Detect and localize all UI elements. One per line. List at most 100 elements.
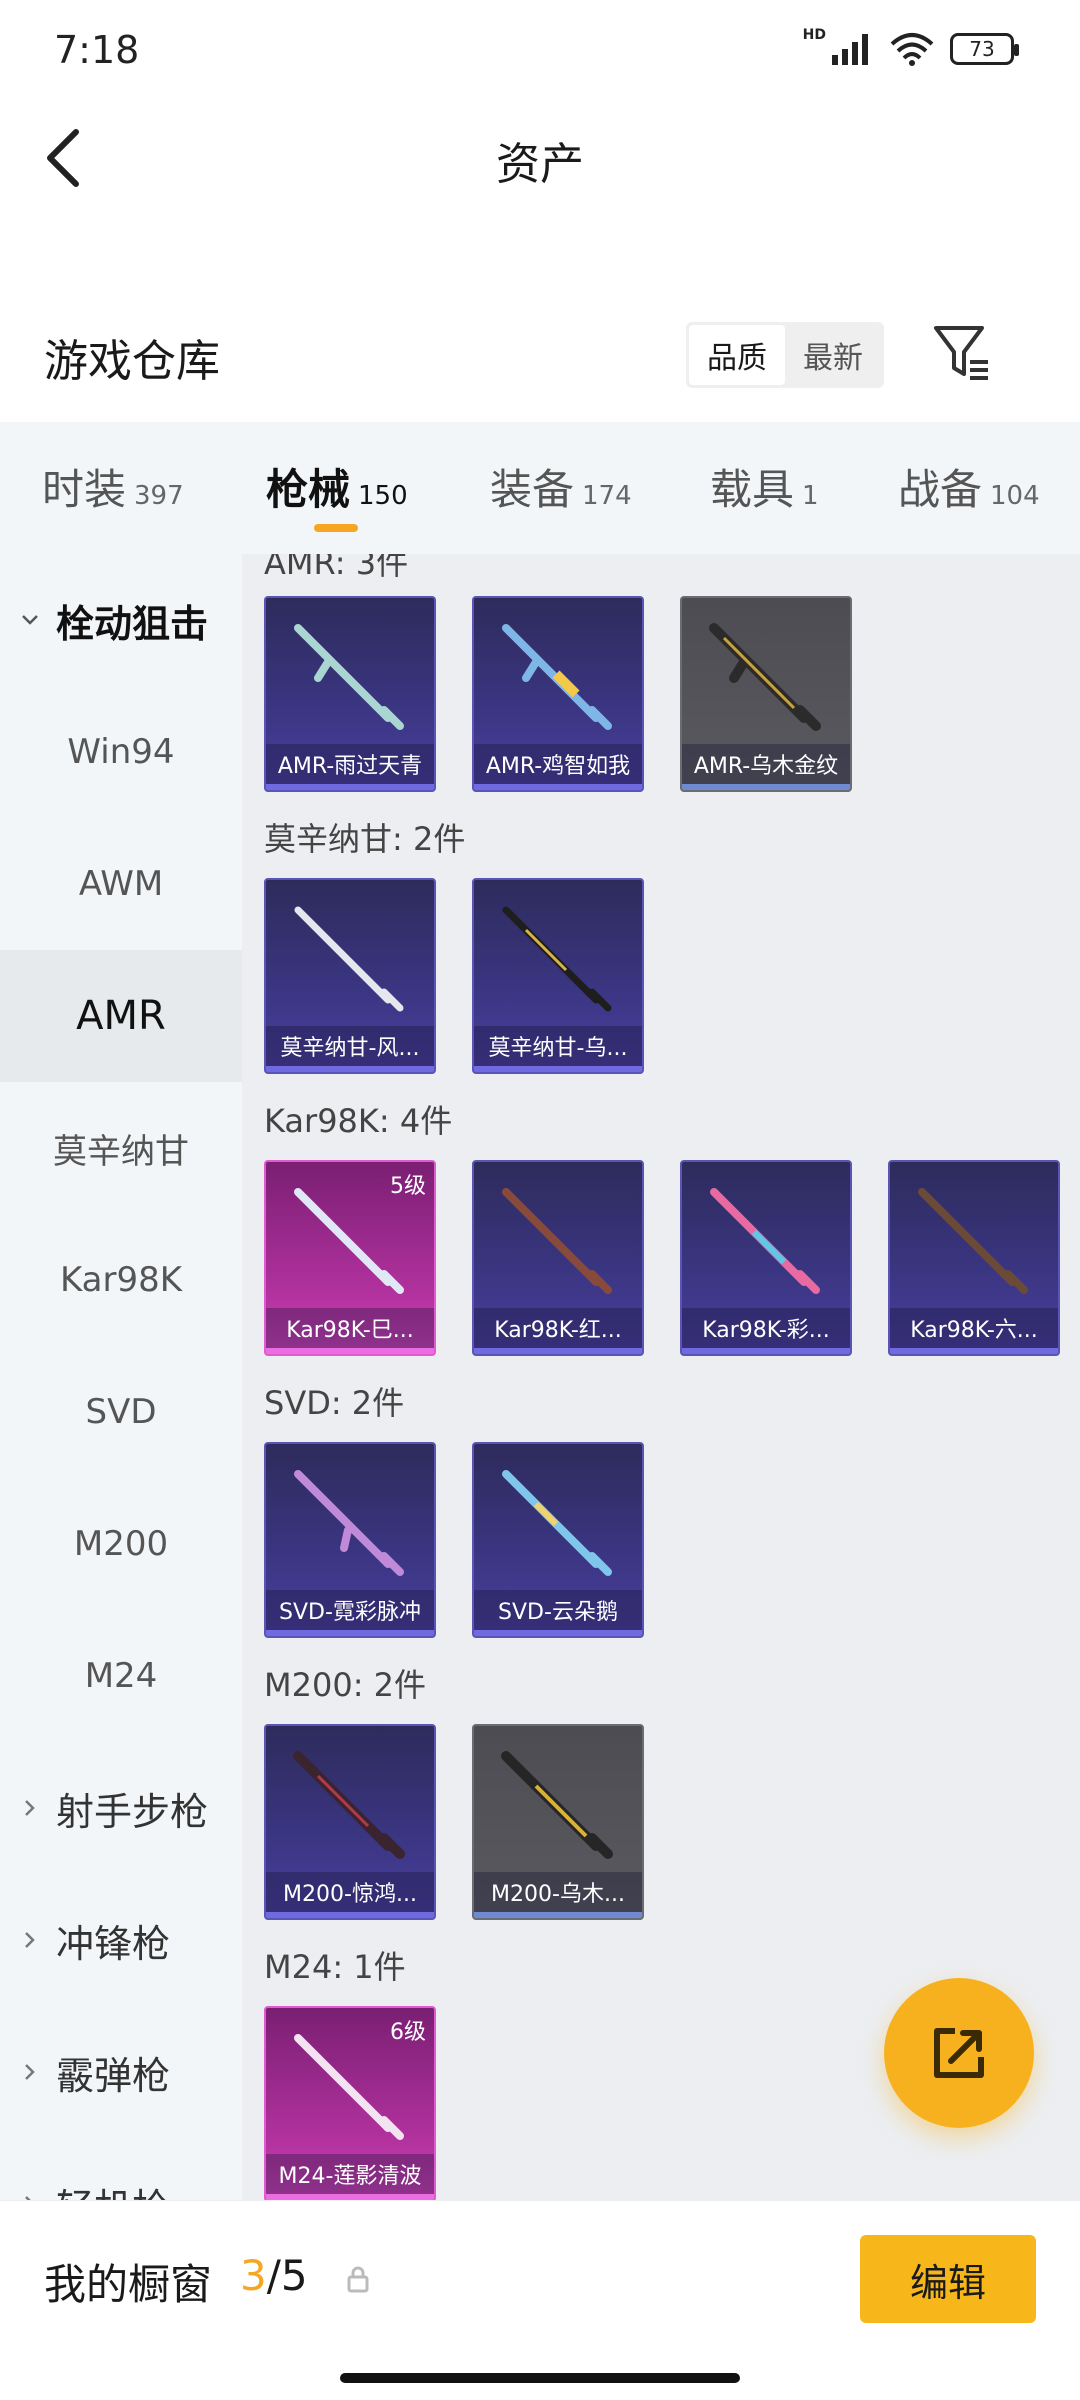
weapon-name: 莫辛纳甘-乌... xyxy=(474,1026,642,1066)
weapon-card[interactable]: AMR-乌木金纹 xyxy=(680,596,852,792)
weapon-name: AMR-乌木金纹 xyxy=(682,744,850,784)
section-label: M24: 1件 xyxy=(264,1948,406,1986)
sidebar-group-bolt-action[interactable]: 栓动狙击 xyxy=(0,554,242,686)
tab-count: 1 xyxy=(802,481,819,511)
filter-icon xyxy=(934,326,988,380)
tab-count: 397 xyxy=(134,481,184,511)
status-time: 7:18 xyxy=(54,28,140,72)
weapon-name: Kar98K-彩... xyxy=(682,1308,850,1348)
rifle-icon xyxy=(502,624,612,730)
top-bar: 资产 xyxy=(0,100,1080,210)
showcase-total: /5 xyxy=(266,2251,308,2300)
tab-count: 174 xyxy=(582,481,632,511)
rifle-icon xyxy=(709,623,821,731)
rifle-icon xyxy=(502,1470,612,1576)
tab-supplies[interactable]: 战备 104 xyxy=(898,456,1040,517)
weapon-card[interactable]: 莫辛纳甘-乌... xyxy=(472,878,644,1074)
weapon-card[interactable]: SVD-霓彩脉冲 xyxy=(264,1442,436,1638)
hd-indicator: HD xyxy=(802,27,826,43)
tab-label: 时装 xyxy=(42,465,127,514)
sidebar-group-shotgun[interactable]: 霰弹枪 xyxy=(0,2006,242,2138)
section-label: Kar98K: 4件 xyxy=(264,1102,453,1140)
weapon-name: M24-莲影清波 xyxy=(266,2154,434,2194)
weapon-card[interactable]: 莫辛纳甘-风... xyxy=(264,878,436,1074)
sidebar-item-mosin[interactable]: 莫辛纳甘 xyxy=(0,1082,242,1214)
battery-icon: 73 xyxy=(950,33,1019,65)
sort-quality-option[interactable]: 品质 xyxy=(689,325,785,385)
chevron-right-icon xyxy=(25,1932,35,1948)
sort-newest-option[interactable]: 最新 xyxy=(785,325,881,385)
share-external-icon xyxy=(934,2028,984,2078)
page-title: 资产 xyxy=(496,139,584,190)
weapon-card[interactable]: Kar98K-彩... xyxy=(680,1160,852,1356)
showcase-count: 3/5 xyxy=(240,2251,308,2300)
sidebar-group-label: 射手步枪 xyxy=(56,1789,209,1834)
weapon-name: Kar98K-巳... xyxy=(266,1308,434,1348)
level-badge: 5级 xyxy=(390,1174,426,1199)
sidebar-item-amr[interactable]: AMR xyxy=(0,950,242,1082)
weapon-name: Kar98K-红... xyxy=(474,1308,642,1348)
weapon-card[interactable]: AMR-雨过天青 xyxy=(264,596,436,792)
wifi-icon xyxy=(890,33,934,66)
sidebar-item-awm[interactable]: AWM xyxy=(0,818,242,950)
sidebar-group-lmg[interactable]: 轻机枪 xyxy=(0,2138,242,2200)
rifle-icon xyxy=(918,1188,1028,1294)
weapon-card[interactable]: Kar98K-六... xyxy=(888,1160,1060,1356)
weapon-card[interactable]: 6级 M24-莲影清波 xyxy=(264,2006,436,2200)
showcase-bar: 我的橱窗 3/5 编辑 xyxy=(0,2200,1080,2400)
tab-equipment[interactable]: 装备 174 xyxy=(490,456,632,517)
weapon-name: 莫辛纳甘-风... xyxy=(266,1026,434,1066)
weapon-type-sidebar: 栓动狙击 Win94 AWM AMR 莫辛纳甘 Kar98K SVD M200 … xyxy=(0,554,242,2200)
section-label: SVD: 2件 xyxy=(264,1384,405,1422)
tab-firearms[interactable]: 枪械 150 xyxy=(266,456,408,517)
active-tab-indicator xyxy=(314,524,358,532)
rifle-icon xyxy=(293,1751,405,1859)
lock-icon xyxy=(347,2266,369,2293)
weapon-name: AMR-雨过天青 xyxy=(266,744,434,784)
weapon-card[interactable]: Kar98K-红... xyxy=(472,1160,644,1356)
weapon-name: Kar98K-六... xyxy=(890,1308,1058,1348)
weapon-name: M200-乌木... xyxy=(474,1872,642,1912)
tab-label: 枪械 xyxy=(266,465,351,514)
sort-toggle: 品质 最新 xyxy=(686,322,884,388)
tab-fashion[interactable]: 时装 397 xyxy=(42,456,184,517)
level-badge: 6级 xyxy=(390,2020,426,2045)
showcase-label: 我的橱窗 xyxy=(44,2260,213,2309)
sidebar-item-kar98k[interactable]: Kar98K xyxy=(0,1214,242,1346)
sidebar-item-svd[interactable]: SVD xyxy=(0,1346,242,1478)
sidebar-group-smg[interactable]: 冲锋枪 xyxy=(0,1874,242,2006)
weapon-card[interactable]: AMR-鸡智如我 xyxy=(472,596,644,792)
sidebar-item-win94[interactable]: Win94 xyxy=(0,686,242,818)
weapon-name: SVD-云朵鹅 xyxy=(474,1590,642,1630)
chevron-right-icon xyxy=(25,1800,35,1816)
sidebar-group-label: 冲锋枪 xyxy=(56,1921,171,1966)
tab-count: 104 xyxy=(990,481,1040,511)
rifle-icon xyxy=(294,906,404,1012)
status-icons: HD 73 xyxy=(793,27,1019,68)
sidebar-group-marksman[interactable]: 射手步枪 xyxy=(0,1742,242,1874)
weapon-card[interactable]: M200-惊鸿... xyxy=(264,1724,436,1920)
rifle-icon xyxy=(502,906,612,1012)
weapon-name: SVD-霓彩脉冲 xyxy=(266,1590,434,1630)
showcase-current: 3 xyxy=(240,2251,267,2300)
section-label: AMR: 3件 xyxy=(264,554,409,582)
share-fab[interactable] xyxy=(884,1978,1034,2128)
rifle-icon xyxy=(710,1188,820,1294)
weapon-card[interactable]: M200-乌木... xyxy=(472,1724,644,1920)
sidebar-item-m24[interactable]: M24 xyxy=(0,1610,242,1742)
weapon-name: M200-惊鸿... xyxy=(266,1872,434,1912)
edit-button[interactable]: 编辑 xyxy=(860,2235,1036,2323)
sidebar-group-label: 栓动狙击 xyxy=(56,601,209,646)
filter-button[interactable] xyxy=(932,322,992,384)
weapon-card[interactable]: 5级 Kar98K-巳... xyxy=(264,1160,436,1356)
rifle-icon xyxy=(294,624,404,730)
sidebar-item-m200[interactable]: M200 xyxy=(0,1478,242,1610)
home-indicator xyxy=(340,2373,740,2383)
weapon-card[interactable]: SVD-云朵鹅 xyxy=(472,1442,644,1638)
chevron-down-icon xyxy=(22,615,38,625)
tab-vehicles[interactable]: 载具 1 xyxy=(710,456,819,517)
tab-label: 装备 xyxy=(490,465,575,514)
rifle-icon xyxy=(294,1470,404,1576)
rifle-icon xyxy=(501,1751,613,1859)
tab-label: 战备 xyxy=(898,465,983,514)
